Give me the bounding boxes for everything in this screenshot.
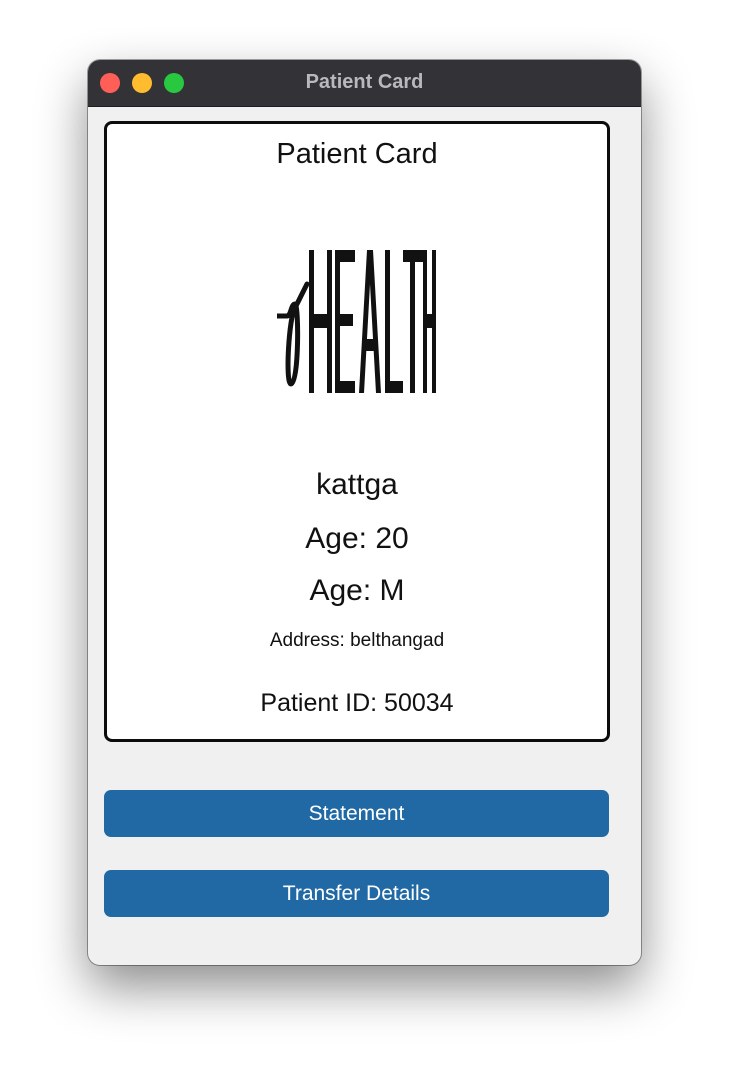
statement-button[interactable]: Statement [104,790,609,837]
patient-card: Patient Card kattga Age: 20 Age: M Addre… [104,121,610,742]
patient-gender: Age: M [309,574,405,607]
window-title: Patient Card [305,71,424,93]
app-window: Patient Card Patient Card kattga Age: 20… [88,60,641,965]
patient-age: Age: 20 [305,522,409,555]
health-logo [277,244,437,394]
transfer-details-button[interactable]: Transfer Details [104,870,609,917]
title-bar: Patient Card [88,60,641,107]
patient-address: Address: belthangad [269,630,445,651]
card-title: Patient Card [276,138,438,170]
patient-name: kattga [316,468,398,501]
patient-id: Patient ID: 50034 [260,689,454,717]
